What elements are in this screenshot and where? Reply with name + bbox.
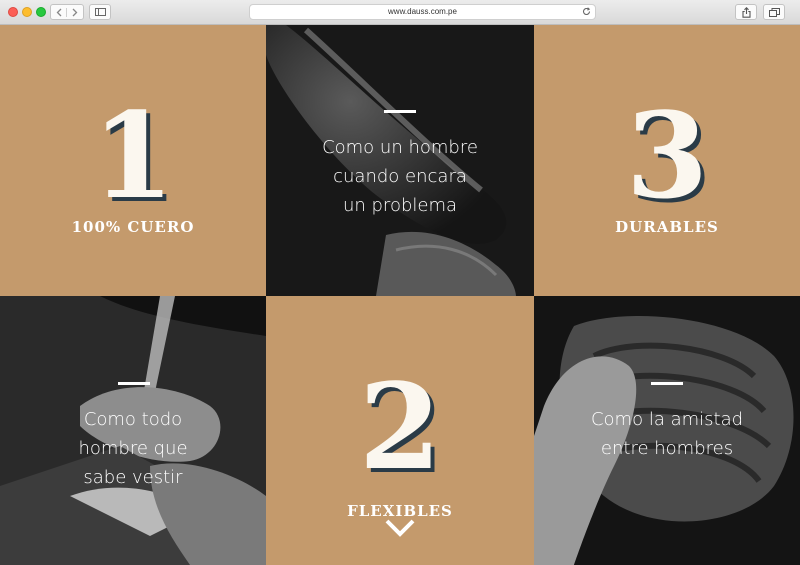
tagline: Como un hombre cuando encara un problema [266, 133, 534, 220]
url-text: www.dauss.com.pe [388, 7, 457, 16]
back-forward-group [50, 4, 84, 20]
feature-label: DURABLES [615, 218, 719, 236]
close-window-button[interactable] [8, 7, 18, 17]
feature-tile-leather: 1 100% CUERO [0, 25, 266, 296]
browser-toolbar: www.dauss.com.pe [0, 0, 800, 25]
feature-number: 2 [358, 357, 442, 496]
tagline-line: sabe vestir [83, 467, 183, 488]
tagline-line: Como todo [83, 409, 183, 430]
tagline-line: cuando encara [333, 166, 467, 187]
minimize-window-button[interactable] [22, 7, 32, 17]
reload-icon[interactable] [582, 7, 591, 21]
tagline-line: Como la amistad [590, 409, 744, 430]
tagline: Como todo hombre que sabe vestir [0, 405, 266, 492]
address-bar[interactable]: www.dauss.com.pe [249, 4, 596, 20]
share-icon [741, 6, 751, 18]
tagline-line: un problema [342, 195, 458, 216]
sidebar-icon [94, 8, 106, 16]
share-button[interactable] [735, 4, 757, 20]
photo-tile-shoe-soles: Como la amistad entre hombres [534, 296, 800, 565]
photo-tile-shoe-in-hand: Como un hombre cuando encara un problema [266, 25, 534, 296]
tagline-line: hombre que [78, 438, 188, 459]
photo-tile-leather-cutting: Como todo hombre que sabe vestir [0, 296, 266, 565]
chevron-down-icon[interactable] [384, 518, 416, 543]
divider-dash [384, 110, 416, 113]
tagline: Como la amistad entre hombres [534, 405, 800, 463]
sidebar-button[interactable] [89, 4, 111, 20]
back-icon[interactable] [51, 7, 67, 17]
tagline-line: Como un hombre [322, 137, 478, 158]
feature-number: 3 [625, 86, 709, 225]
tabs-button[interactable] [763, 4, 785, 20]
tabs-icon [768, 7, 780, 17]
feature-number: 1 [91, 86, 175, 225]
feature-grid: 1 100% CUERO Como un hombre cuando encar… [0, 25, 800, 565]
feature-tile-flexible: 2 FLEXIBLES [266, 296, 534, 565]
divider-dash [651, 382, 683, 385]
feature-label: 100% CUERO [71, 218, 195, 236]
feature-tile-durable: 3 DURABLES [534, 25, 800, 296]
zoom-window-button[interactable] [36, 7, 46, 17]
divider-dash [118, 382, 150, 385]
forward-icon[interactable] [67, 8, 83, 17]
tagline-line: entre hombres [600, 438, 734, 459]
